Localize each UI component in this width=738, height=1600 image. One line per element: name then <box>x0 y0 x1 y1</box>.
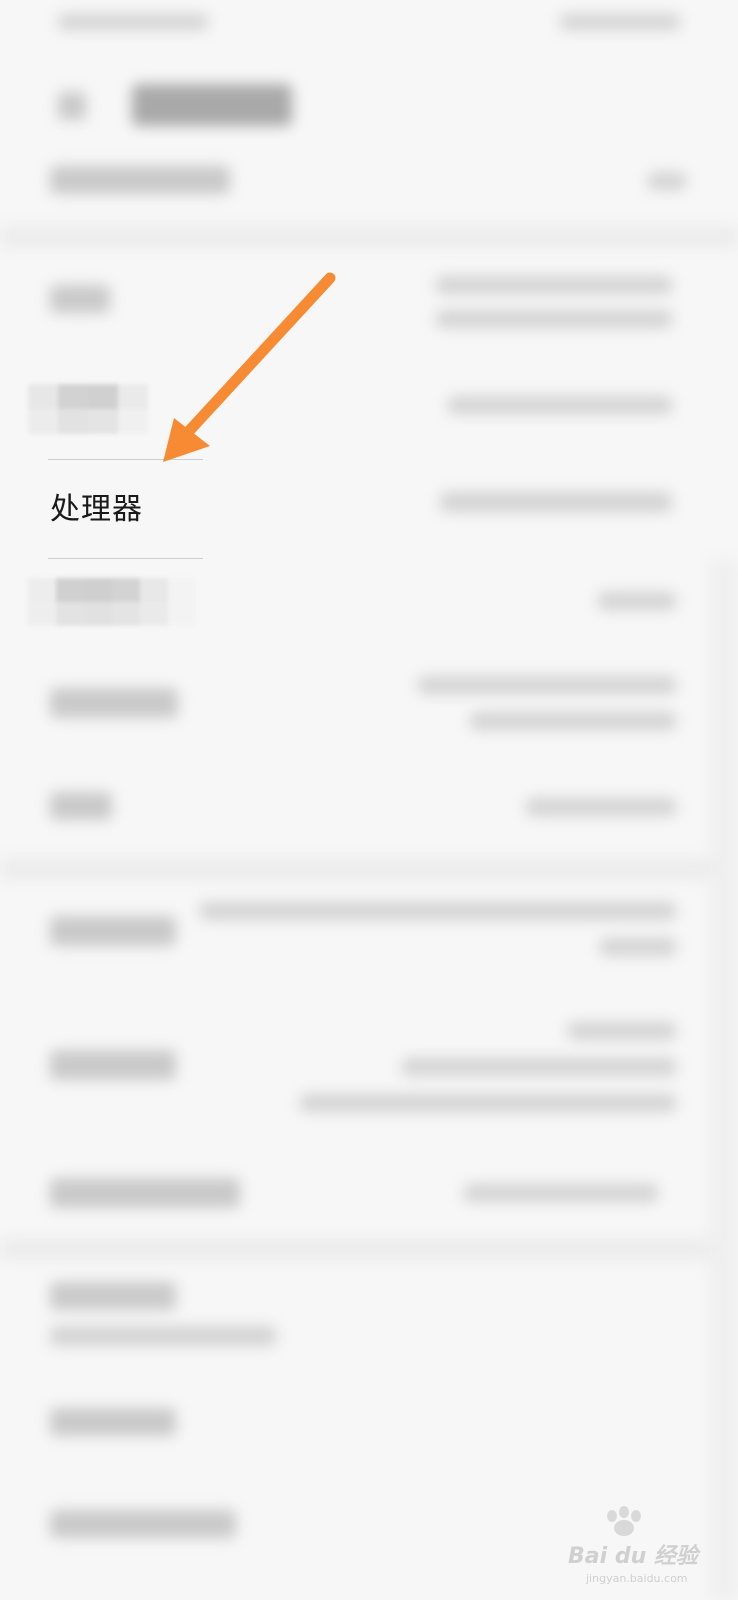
watermark-url: jingyan.baidu.com <box>586 1572 688 1585</box>
annotation-arrow-icon <box>163 272 336 462</box>
watermark-text: Bai du 经验 <box>568 1544 698 1569</box>
